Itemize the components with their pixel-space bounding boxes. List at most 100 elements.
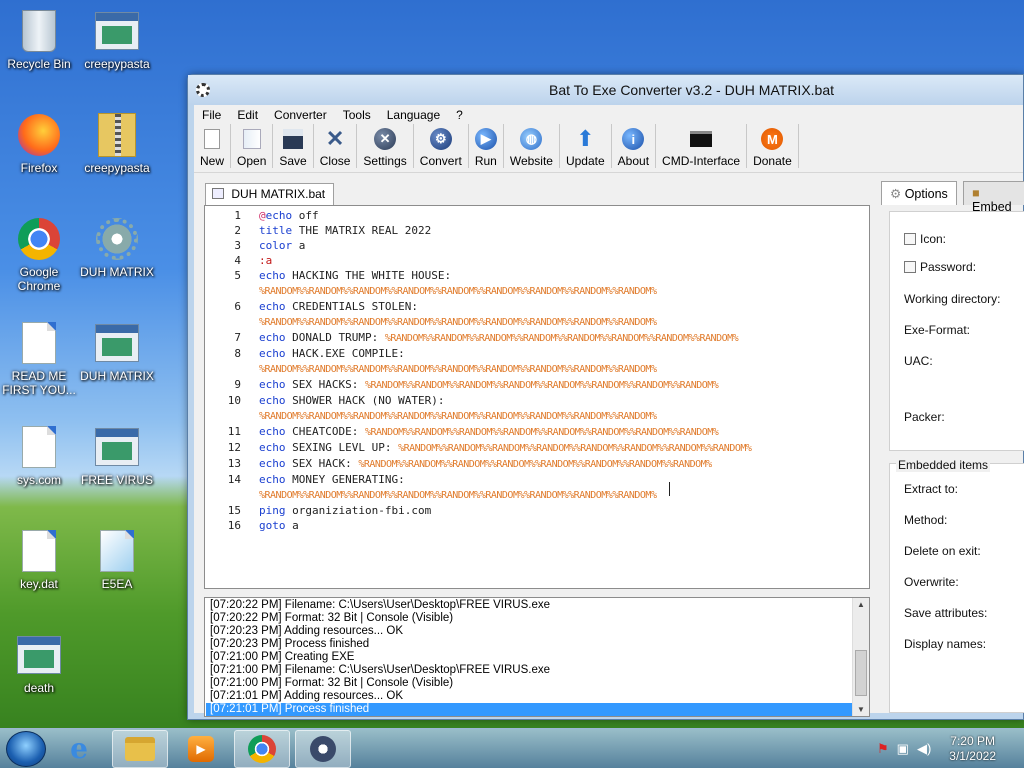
title-bar[interactable]: Bat To Exe Converter v3.2 - DUH MATRIX.b… xyxy=(188,75,1023,105)
code-line[interactable]: %RANDOM%%RANDOM%%RANDOM%%RANDOM%%RANDOM%… xyxy=(205,408,869,424)
menu-language[interactable]: Language xyxy=(379,108,448,122)
run-button[interactable]: ▶ Run xyxy=(469,124,504,168)
action-center-flag-icon[interactable]: ⚑ xyxy=(877,741,889,757)
code-line[interactable]: %RANDOM%%RANDOM%%RANDOM%%RANDOM%%RANDOM%… xyxy=(205,283,869,299)
log-scrollbar[interactable]: ▲ ▼ xyxy=(852,598,869,716)
log-line[interactable]: [07:20:23 PM] Adding resources... OK xyxy=(210,625,869,638)
code-line[interactable]: 8 echo HACK.EXE COMPILE: xyxy=(205,346,869,361)
website-button[interactable]: ◍ Website xyxy=(504,124,560,168)
code-line[interactable]: 3 color a xyxy=(205,238,869,253)
donate-button[interactable]: M Donate xyxy=(747,124,799,168)
code-line[interactable]: 16 goto a xyxy=(205,518,869,533)
scroll-up-icon[interactable]: ▲ xyxy=(853,598,869,612)
log-line[interactable]: [07:21:00 PM] Creating EXE xyxy=(210,651,869,664)
volume-icon[interactable]: ◀) xyxy=(917,741,931,757)
log-line[interactable]: [07:21:01 PM] Adding resources... OK xyxy=(210,690,869,703)
code-line[interactable]: 11 echo CHEATCODE: %RANDOM%%RANDOM%%RANDO… xyxy=(205,424,869,440)
taskbar-explorer[interactable] xyxy=(112,729,168,768)
menu-converter[interactable]: Converter xyxy=(266,108,335,122)
code-editor[interactable]: 1 @echo off 2 title THE MATRIX REAL 2022 3 co… xyxy=(204,205,870,589)
desktop-icon-sys-com[interactable]: sys.com xyxy=(0,424,78,487)
start-button[interactable] xyxy=(6,730,46,767)
desktop-icon-creepypasta-exe[interactable]: creepypasta xyxy=(78,8,156,71)
desktop-icon-firefox[interactable]: Firefox xyxy=(0,112,78,175)
menu-edit[interactable]: Edit xyxy=(229,108,266,122)
close-button[interactable]: ✕ Close xyxy=(314,124,358,168)
log-line[interactable]: [07:21:00 PM] Format: 32 Bit | Console (… xyxy=(210,677,869,690)
open-button[interactable]: Open xyxy=(231,124,274,168)
code-line[interactable]: 5 echo HACKING THE WHITE HOUSE: xyxy=(205,268,869,283)
scroll-thumb[interactable] xyxy=(855,650,867,696)
code-line[interactable]: 15 ping organiziation-fbi.com xyxy=(205,503,869,518)
desktop-icon-death[interactable]: death xyxy=(0,632,78,695)
log-line[interactable]: [07:20:23 PM] Process finished xyxy=(210,638,869,651)
menu-file[interactable]: File xyxy=(194,108,229,122)
line-number xyxy=(205,361,241,377)
app-gear-icon[interactable] xyxy=(196,83,210,97)
line-number: 7 xyxy=(234,331,241,344)
desktop-icon-duh-matrix-bat[interactable]: DUH MATRIX xyxy=(78,216,156,279)
icon-checkbox[interactable] xyxy=(904,233,916,245)
code-line[interactable]: 9 echo SEX HACKS: %RANDOM%%RANDOM%%RANDOM… xyxy=(205,377,869,393)
log-output[interactable]: [07:20:22 PM] Filename: C:\Users\User\De… xyxy=(204,597,870,717)
code-line[interactable]: 7 echo DONALD TRUMP: %RANDOM%%RANDOM%%RAN… xyxy=(205,330,869,346)
file-icon xyxy=(212,188,224,199)
password-checkbox[interactable] xyxy=(904,261,916,273)
line-number: 10 xyxy=(227,394,241,407)
menu-help[interactable]: ? xyxy=(448,108,471,122)
tab-embed[interactable]: ■ Embed xyxy=(963,181,1024,214)
line-number: 5 xyxy=(234,269,241,282)
tab-options[interactable]: ⚙ Options xyxy=(881,181,957,205)
line-number: 14 xyxy=(227,473,241,486)
code-line[interactable]: 14 echo MONEY GENERATING: xyxy=(205,472,869,487)
editor-tab[interactable]: DUH MATRIX.bat xyxy=(205,183,335,205)
code-line[interactable]: 12 echo SEXING LEVL UP: %RANDOM%%RANDOM%%… xyxy=(205,440,869,456)
scroll-down-icon[interactable]: ▼ xyxy=(853,703,869,716)
code-line[interactable]: 13 echo SEX HACK: %RANDOM%%RANDOM%%RANDOM… xyxy=(205,456,869,472)
clock[interactable]: 7:20 PM 3/1/2022 xyxy=(949,734,996,764)
log-line[interactable]: [07:20:22 PM] Format: 32 Bit | Console (… xyxy=(210,612,869,625)
code-line[interactable]: 2 title THE MATRIX REAL 2022 xyxy=(205,223,869,238)
desktop-icon-free-virus[interactable]: FREE VIRUS xyxy=(78,424,156,487)
new-button[interactable]: New xyxy=(194,124,232,168)
icon-option[interactable]: Icon: xyxy=(904,232,946,246)
code-line[interactable]: 1 @echo off xyxy=(205,208,869,223)
settings-button[interactable]: ✕ Settings xyxy=(357,124,414,168)
taskbar-chrome[interactable] xyxy=(234,729,290,768)
code-token: echo xyxy=(265,209,293,222)
taskbar: e ▶ ⚑ ▣ ◀) 7:20 PM 3/1/2022 xyxy=(0,728,1024,768)
gear-icon xyxy=(96,218,138,260)
convert-button[interactable]: ⚙ Convert xyxy=(414,124,469,168)
code-line[interactable]: 6 echo CREDENTIALS STOLEN: xyxy=(205,299,869,314)
code-line[interactable]: %RANDOM%%RANDOM%%RANDOM%%RANDOM%%RANDOM%… xyxy=(205,487,869,503)
desktop-icon-duh-matrix-exe[interactable]: DUH MATRIX xyxy=(78,320,156,383)
code-line[interactable]: %RANDOM%%RANDOM%%RANDOM%%RANDOM%%RANDOM%… xyxy=(205,314,869,330)
log-line[interactable]: [07:20:22 PM] Filename: C:\Users\User\De… xyxy=(210,599,869,612)
network-icon[interactable]: ▣ xyxy=(897,741,909,757)
desktop-icon-recycle-bin[interactable]: Recycle Bin xyxy=(0,8,78,71)
desktop-icon-chrome[interactable]: Google Chrome xyxy=(0,216,78,293)
floppy-icon xyxy=(283,129,304,149)
taskbar-bat-to-exe[interactable] xyxy=(295,729,351,768)
desktop-icon-creepypasta-zip[interactable]: creepypasta xyxy=(78,112,156,175)
packer-label: Packer: xyxy=(904,410,945,424)
line-number xyxy=(205,283,241,299)
menu-tools[interactable]: Tools xyxy=(335,108,379,122)
about-button[interactable]: i About xyxy=(612,124,657,168)
code-line[interactable]: 4:a xyxy=(205,253,869,268)
code-line[interactable]: %RANDOM%%RANDOM%%RANDOM%%RANDOM%%RANDOM%… xyxy=(205,361,869,377)
desktop-icon-key-dat[interactable]: key.dat xyxy=(0,528,78,591)
log-line[interactable]: [07:21:01 PM] Process finished xyxy=(206,703,853,716)
save-button[interactable]: Save xyxy=(273,124,314,168)
media-player-icon: ▶ xyxy=(188,735,214,762)
code-line[interactable]: 10 echo SHOWER HACK (NO WATER): xyxy=(205,393,869,408)
desktop-icon-e5ea[interactable]: E5EA xyxy=(78,528,156,591)
password-option[interactable]: Password: xyxy=(904,260,976,274)
desktop-icon-readme[interactable]: READ ME FIRST YOU... xyxy=(0,320,78,397)
taskbar-ie[interactable]: e xyxy=(51,730,107,768)
update-button[interactable]: ⬆ Update xyxy=(560,124,612,168)
taskbar-media-player[interactable]: ▶ xyxy=(173,730,229,768)
cmd-interface-button[interactable]: CMD-Interface xyxy=(656,124,748,168)
options-group: Icon: Password: Working directory: Exe-F… xyxy=(889,211,1024,451)
log-line[interactable]: [07:21:00 PM] Filename: C:\Users\User\De… xyxy=(210,664,869,677)
